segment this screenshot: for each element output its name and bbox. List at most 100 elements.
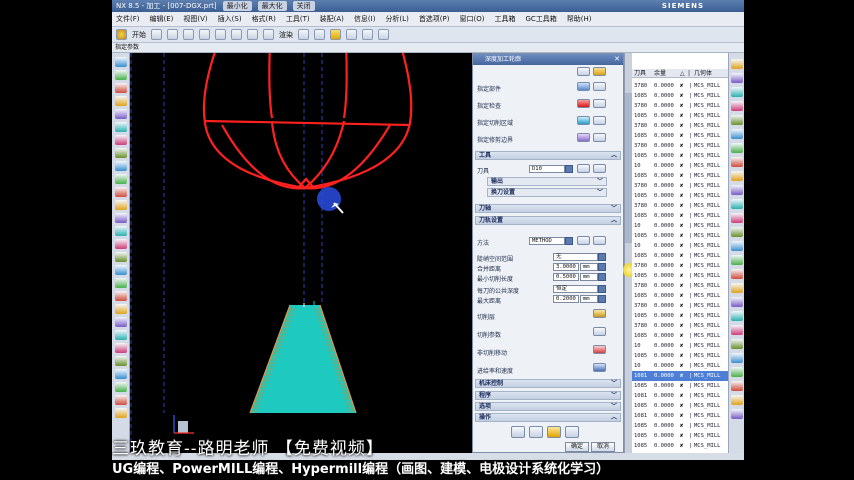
right-tool-icon[interactable] xyxy=(731,325,743,335)
edit-tool-icon[interactable] xyxy=(593,164,606,173)
right-tool-icon[interactable] xyxy=(731,241,743,251)
right-tool-icon[interactable] xyxy=(731,255,743,265)
navigator-row[interactable]: 1081 0.0000 ✘ | MCS_MILL xyxy=(632,391,728,401)
dialog-scrollbar[interactable] xyxy=(623,53,635,453)
part-display-icon[interactable] xyxy=(593,82,606,91)
list-icon[interactable] xyxy=(565,426,579,438)
menu-item[interactable]: GC工具箱 xyxy=(525,14,556,24)
redo-icon[interactable] xyxy=(167,29,178,40)
left-tool-icon[interactable] xyxy=(115,291,127,301)
navigator-row[interactable]: 1085 0.0000 ✘ |MCS_MILL xyxy=(632,401,728,411)
navigator-row[interactable]: 1085 0.0000 ✘ |MCS_MILL xyxy=(632,311,728,321)
check-display-icon[interactable] xyxy=(593,99,606,108)
output-subsection[interactable]: 输出 ﹀ xyxy=(487,177,607,186)
navigator-row[interactable]: 1085 0.0000 ✘ |MCS_MILL xyxy=(632,331,728,341)
navigator-row[interactable]: 1085 0.0000 ✘ |MCS_MILL xyxy=(632,211,728,221)
method-select[interactable]: METHOD xyxy=(529,237,565,245)
left-tool-icon[interactable] xyxy=(115,395,127,405)
col-geom-header[interactable]: 几何体 xyxy=(694,69,712,78)
layer-icon[interactable] xyxy=(330,29,341,40)
right-tool-icon[interactable] xyxy=(731,129,743,139)
menu-item[interactable]: 帮助(H) xyxy=(567,14,592,24)
left-tool-icon[interactable] xyxy=(115,161,127,171)
non-cut-moves-icon[interactable] xyxy=(593,345,606,354)
cut-area-select-icon[interactable] xyxy=(577,116,590,125)
verify-icon[interactable] xyxy=(547,426,561,438)
left-tool-icon[interactable] xyxy=(115,304,127,314)
right-tool-icon[interactable] xyxy=(731,73,743,83)
right-tool-icon[interactable] xyxy=(731,339,743,349)
replay-icon[interactable] xyxy=(529,426,543,438)
steep-range-select[interactable]: 无 xyxy=(553,253,598,261)
generate-icon[interactable] xyxy=(511,426,525,438)
menu-item[interactable]: 窗口(O) xyxy=(460,14,485,24)
cut-params-icon[interactable] xyxy=(593,327,606,336)
ok-button[interactable]: 确定 xyxy=(565,442,589,452)
navigator-row[interactable]: 3780 0.0000 ✘ | MCS_MILL xyxy=(632,201,728,211)
depth-per-cut-select[interactable]: 恒定 xyxy=(553,285,598,293)
geometry-select-icon[interactable] xyxy=(577,67,590,76)
navigator-row[interactable]: 10 0.0000 ✘ | MCS_MILL xyxy=(632,361,728,371)
path-settings-section[interactable]: 刀轨设置 ︿ xyxy=(475,216,621,225)
right-tool-icon[interactable] xyxy=(731,381,743,391)
menu-item[interactable]: 视图(V) xyxy=(183,14,207,24)
right-tool-icon[interactable] xyxy=(731,143,743,153)
menu-item[interactable]: 工具(T) xyxy=(286,14,310,24)
right-tool-icon[interactable] xyxy=(731,115,743,125)
left-tool-icon[interactable] xyxy=(115,408,127,418)
paste-icon[interactable] xyxy=(215,29,226,40)
method-settings-icon[interactable] xyxy=(593,236,606,245)
navigator-row[interactable]: 1085 0.0000 ✘ |MCS_MILL xyxy=(632,231,728,241)
new-tool-icon[interactable] xyxy=(577,164,590,173)
navigator-row[interactable]: 1081 0.0000 ✘ | MCS_MILL xyxy=(632,371,728,381)
trim-select-icon[interactable] xyxy=(577,133,590,142)
right-tool-icon[interactable] xyxy=(731,59,743,69)
tool-axis-section[interactable]: 刀轴 ﹀ xyxy=(475,204,621,213)
shaded-icon[interactable] xyxy=(298,29,309,40)
right-tool-icon[interactable] xyxy=(731,171,743,181)
render-style-dropdown[interactable]: 渲染 xyxy=(279,30,293,40)
depth-dropdown-icon[interactable] xyxy=(598,285,606,293)
snap-icon[interactable] xyxy=(346,29,357,40)
tool-change-subsection[interactable]: 换刀设置 ﹀ xyxy=(487,188,607,197)
left-tool-icon[interactable] xyxy=(115,265,127,275)
cut-icon[interactable] xyxy=(183,29,194,40)
right-tool-icon[interactable] xyxy=(731,283,743,293)
navigator-row[interactable]: 1085 0.0000 ✘ |MCS_MILL xyxy=(632,111,728,121)
left-tool-icon[interactable] xyxy=(115,187,127,197)
zoom-icon[interactable] xyxy=(263,29,274,40)
menu-item[interactable]: 工具箱 xyxy=(494,14,515,24)
right-tool-icon[interactable] xyxy=(731,297,743,307)
tool-dropdown-icon[interactable] xyxy=(565,165,573,173)
min-cut-length-input[interactable]: 0.5000 xyxy=(553,273,579,281)
left-tool-icon[interactable] xyxy=(115,226,127,236)
right-tool-icon[interactable] xyxy=(731,395,743,405)
scrollbar-thumb[interactable] xyxy=(625,93,632,243)
dialog-close-icon[interactable]: ✕ xyxy=(614,54,620,65)
select-icon[interactable] xyxy=(378,29,389,40)
navigator-row[interactable]: 3780 0.0000 ✘ | MCS_MILL xyxy=(632,261,728,271)
min-cut-unit-dropdown-icon[interactable] xyxy=(598,273,606,281)
menu-item[interactable]: 首选项(P) xyxy=(419,14,450,24)
max-distance-unit-dropdown-icon[interactable] xyxy=(598,295,606,303)
part-select-icon[interactable] xyxy=(577,82,590,91)
method-edit-icon[interactable] xyxy=(577,236,590,245)
start-icon[interactable] xyxy=(116,29,127,40)
max-distance-input[interactable]: 0.2000 xyxy=(553,295,579,303)
col-stock-header[interactable]: 余量 xyxy=(654,69,666,78)
navigator-row[interactable]: 10 0.0000 ✘ | MCS_MILL xyxy=(632,161,728,171)
right-tool-icon[interactable] xyxy=(731,87,743,97)
navigator-row[interactable]: 1085 0.0000 ✘ |MCS_MILL xyxy=(632,251,728,261)
check-select-icon[interactable] xyxy=(577,99,590,108)
undo-icon[interactable] xyxy=(151,29,162,40)
left-tool-icon[interactable] xyxy=(115,382,127,392)
navigator-row[interactable]: 3780 0.0000 ✘ | MCS_MILL xyxy=(632,281,728,291)
navigator-row[interactable]: 1085 0.0000 ✘ |MCS_MILL xyxy=(632,291,728,301)
left-tool-icon[interactable] xyxy=(115,109,127,119)
tool-select[interactable]: D10 xyxy=(529,165,565,173)
navigator-row[interactable]: 1085 0.0000 ✘ |MCS_MILL xyxy=(632,91,728,101)
merge-distance-unit[interactable]: mm xyxy=(580,263,598,271)
fit-view-icon[interactable] xyxy=(247,29,258,40)
navigator-row[interactable]: 1085 0.0000 ✘ |MCS_MILL xyxy=(632,381,728,391)
navigator-row[interactable]: 3780 0.0000 ✘ | MCS_MILL xyxy=(632,181,728,191)
